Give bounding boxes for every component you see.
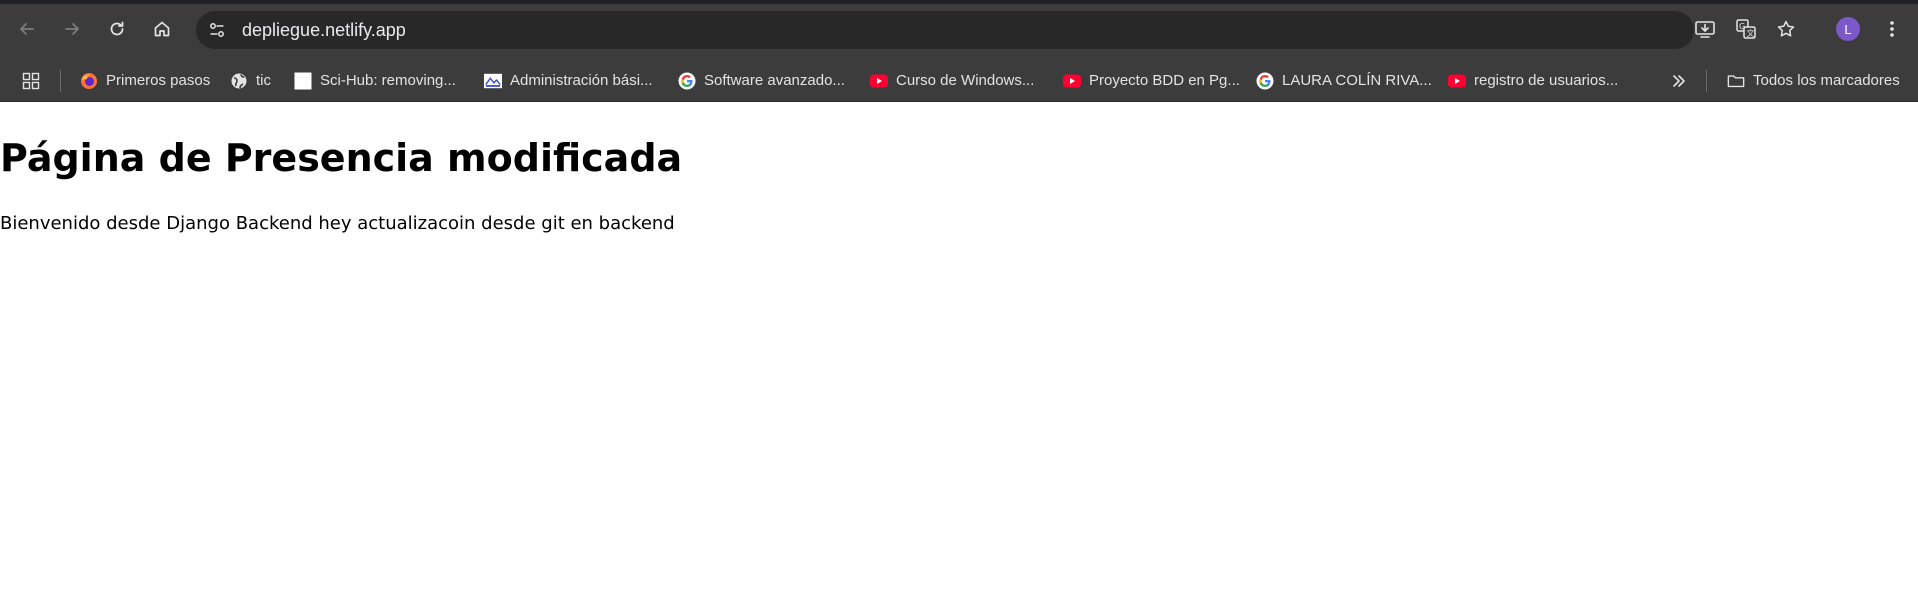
install-app-button[interactable] <box>1691 15 1719 43</box>
youtube-icon <box>870 72 888 90</box>
bookmark-curso-windows[interactable]: Curso de Windows... <box>870 60 1034 101</box>
bookmark-star-button[interactable] <box>1772 15 1800 43</box>
folder-icon <box>1727 72 1745 90</box>
bookmark-primeros-pasos[interactable]: Primeros pasos <box>80 60 210 101</box>
site-info-button[interactable] <box>204 17 230 43</box>
bookmark-label: Curso de Windows... <box>896 72 1035 89</box>
bookmark-label: tic <box>256 72 271 89</box>
chevron-double-right-icon <box>1670 72 1688 90</box>
firefox-icon <box>80 72 98 90</box>
welcome-text: Bienvenido desde Django Backend hey actu… <box>0 213 675 234</box>
bookmark-label: Primeros pasos <box>106 72 211 89</box>
svg-text:文: 文 <box>1747 28 1755 38</box>
bookmarks-divider <box>1706 70 1707 92</box>
bookmark-label: Software avanzado... <box>704 72 845 89</box>
browser-menu-button[interactable] <box>1878 15 1906 43</box>
star-icon <box>1777 20 1795 37</box>
bookmark-label: LAURA COLÍN RIVA... <box>1282 72 1432 89</box>
home-button[interactable] <box>148 15 176 43</box>
install-app-icon <box>1695 21 1715 38</box>
page-title: Página de Presencia modificada <box>0 136 683 180</box>
bookmarks-bar: Primeros pasos tic Sci-Hub: removing... … <box>0 60 1918 102</box>
google-icon <box>1256 72 1274 90</box>
bookmark-label: registro de usuarios... <box>1474 72 1619 89</box>
url-text[interactable]: depliegue.netlify.app <box>242 20 406 40</box>
tune-icon <box>210 23 224 37</box>
bookmark-registro-usuarios[interactable]: registro de usuarios... <box>1448 60 1618 101</box>
back-button[interactable] <box>13 15 41 43</box>
bookmark-proyecto-bdd[interactable]: Proyecto BDD en Pg... <box>1063 60 1240 101</box>
all-bookmarks-button[interactable]: Todos los marcadores <box>1727 60 1900 101</box>
youtube-icon <box>1063 72 1081 90</box>
bookmark-tic[interactable]: tic <box>230 60 271 101</box>
bookmarks-divider <box>60 70 61 92</box>
google-icon <box>678 72 696 90</box>
more-bookmarks-button[interactable] <box>1670 60 1696 101</box>
youtube-icon <box>1448 72 1466 90</box>
blank-page-icon <box>294 72 312 90</box>
apps-button[interactable] <box>22 60 48 101</box>
arrow-left-icon <box>20 23 34 35</box>
bookmark-administracion[interactable]: Administración bási... <box>484 60 653 101</box>
tab-strip-edge <box>0 0 1918 4</box>
reload-icon <box>110 21 124 36</box>
forward-button[interactable] <box>58 15 86 43</box>
address-bar[interactable]: depliegue.netlify.app <box>196 11 1694 49</box>
bookmark-laura-colin[interactable]: LAURA COLÍN RIVA... <box>1256 60 1432 101</box>
apps-grid-icon <box>22 72 40 90</box>
site-favicon-icon <box>484 72 502 90</box>
bookmark-label: Administración bási... <box>510 72 653 89</box>
page-content: Página de Presencia modificada Bienvenid… <box>0 102 1918 602</box>
profile-avatar[interactable]: L <box>1836 17 1860 41</box>
browser-toolbar: depliegue.netlify.app G文 L <box>0 0 1918 60</box>
globe-icon <box>230 72 248 90</box>
bookmark-software-avanzado[interactable]: Software avanzado... <box>678 60 845 101</box>
kebab-menu-icon <box>1890 21 1894 37</box>
bookmark-label: Proyecto BDD en Pg... <box>1089 72 1240 89</box>
bookmark-sci-hub[interactable]: Sci-Hub: removing... <box>294 60 456 101</box>
arrow-right-icon <box>65 23 79 35</box>
translate-button[interactable]: G文 <box>1732 15 1760 43</box>
translate-icon: G文 <box>1736 19 1756 39</box>
reload-button[interactable] <box>103 15 131 43</box>
all-bookmarks-label: Todos los marcadores <box>1753 72 1900 89</box>
home-icon <box>154 21 170 37</box>
bookmark-label: Sci-Hub: removing... <box>320 72 456 89</box>
